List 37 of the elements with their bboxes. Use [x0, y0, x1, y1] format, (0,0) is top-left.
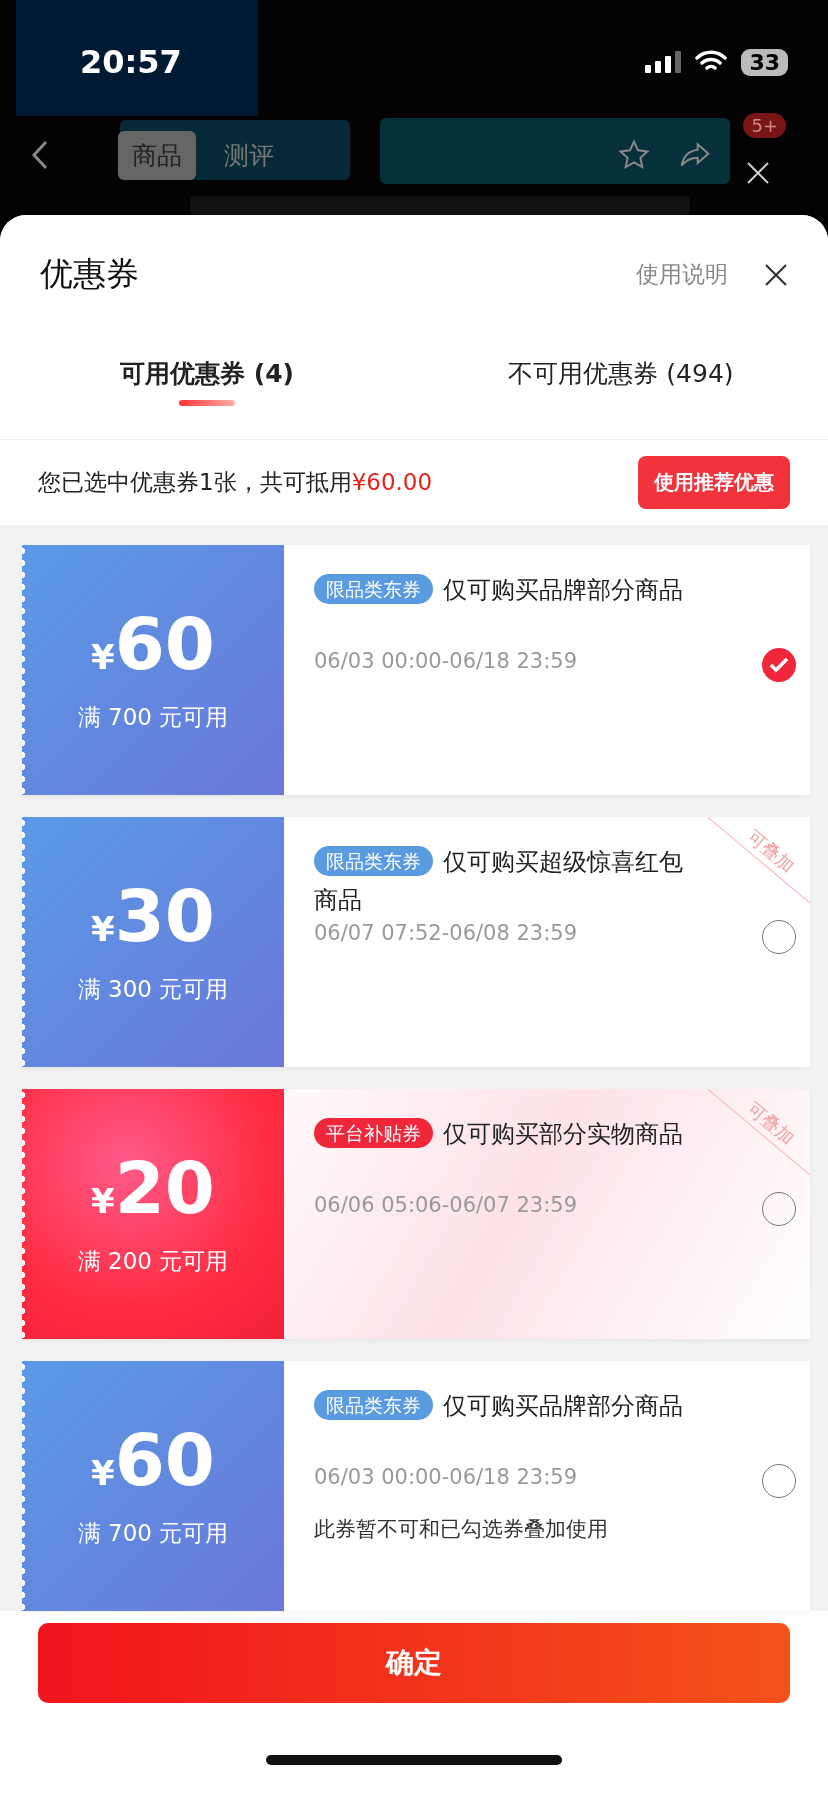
coupon-note: 此券暂不可和已勾选券叠加使用: [314, 1516, 609, 1544]
coupon-description: 限品类东券 仅可购买品牌部分商品: [314, 1387, 700, 1426]
close-icon[interactable]: [764, 262, 788, 287]
coupon-condition: 满 700 元可用: [77, 1518, 229, 1548]
coupon-amount: ¥60: [91, 607, 215, 680]
coupon-amount: ¥30: [91, 879, 215, 952]
coupon-amount: ¥60: [91, 1423, 215, 1496]
coupon-description: 限品类东券 仅可购买品牌部分商品: [314, 571, 700, 610]
coupon-description: 限品类东券 仅可购买超级惊喜红包商品: [314, 845, 684, 917]
confirm-button[interactable]: 确定: [38, 1623, 790, 1704]
stackable-stamp: 可叠加: [707, 1089, 810, 1181]
coupon-tab[interactable]: 可用优惠券 (4): [0, 356, 414, 417]
back-icon[interactable]: [30, 140, 50, 170]
coupon-period: 06/03 00:00-06/18 23:59: [314, 1465, 578, 1490]
coupon-condition: 满 200 元可用: [77, 1246, 229, 1276]
coupon-period: 06/06 05:06-06/07 23:59: [314, 1193, 578, 1218]
status-time: 20:57: [80, 43, 182, 81]
star-icon[interactable]: [618, 139, 650, 171]
sheet-title: 优惠券: [40, 253, 140, 296]
coupon-period: 06/03 00:00-06/18 23:59: [314, 649, 578, 674]
coupon-description: 平台补贴券 仅可购买部分实物商品: [314, 1115, 700, 1154]
coupon-card[interactable]: ¥30 满 300 元可用 限品类东券 仅可购买超级惊喜红包商品 06/07 07:52-06/08 23:59 可叠加: [22, 817, 810, 1068]
coupon-card[interactable]: ¥60 满 700 元可用 限品类东券 仅可购买品牌部分商品 06/03 00:00-06/18 23:59 此券暂不可和已勾选券叠加使用: [22, 1361, 810, 1612]
help-link[interactable]: 使用说明: [636, 259, 728, 291]
recommend-button[interactable]: 使用推荐优惠: [638, 456, 790, 510]
coupon-card[interactable]: ¥60 满 700 元可用 限品类东券 仅可购买品牌部分商品 06/03 00:00-06/18 23:59: [22, 545, 810, 796]
signal-icon: [645, 51, 682, 73]
coupon-amount: ¥20: [91, 1151, 215, 1224]
check-icon: [769, 657, 789, 674]
coupon-condition: 满 700 元可用: [77, 702, 229, 732]
select-radio[interactable]: [762, 648, 796, 683]
selection-summary: 您已选中优惠券1张，共可抵用¥60.00: [38, 468, 434, 498]
coupon-condition: 满 300 元可用: [77, 974, 229, 1004]
coupon-period: 06/07 07:52-06/08 23:59: [314, 921, 578, 946]
coupon-tab[interactable]: 不可用优惠券 (494): [414, 356, 828, 417]
stackable-stamp: 可叠加: [707, 817, 810, 909]
coupon-card[interactable]: ¥20 满 200 元可用 平台补贴券 仅可购买部分实物商品 06/06 05:06-06/07 23:59 可叠加: [22, 1089, 810, 1340]
